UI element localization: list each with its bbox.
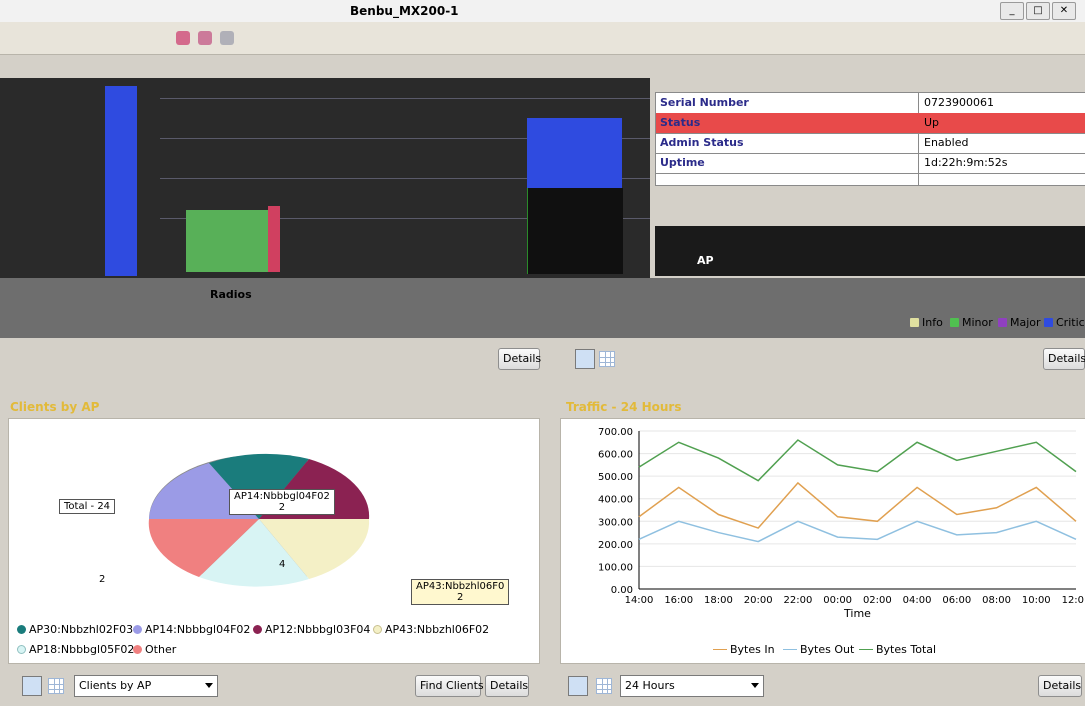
x-axis-label: Time xyxy=(843,607,871,619)
legend-item: Bytes In xyxy=(713,643,775,656)
table-view-icon[interactable] xyxy=(599,351,615,367)
y-tick-label: 700.00 xyxy=(598,427,633,438)
legend-swatch xyxy=(133,645,142,654)
y-tick-label: 500.00 xyxy=(598,472,633,483)
bar-green xyxy=(186,210,268,272)
legend-item: AP14:Nbbbgl04F02 xyxy=(133,623,250,636)
legend-swatch xyxy=(373,625,382,634)
legend-swatch xyxy=(133,625,142,634)
find-clients-button[interactable]: Find Clients xyxy=(415,675,484,697)
traffic-panel-title: Traffic - 24 Hours xyxy=(566,400,682,414)
legend-swatch xyxy=(713,649,727,650)
y-tick-label: 400.00 xyxy=(598,495,633,506)
clients-panel-title: Clients by AP xyxy=(10,400,100,414)
table-row: Admin Status Enabled xyxy=(656,133,1085,154)
clients-legend: AP30:Nbbzhl02F03 AP14:Nbbbgl04F02 AP12:N… xyxy=(17,623,537,659)
maximize-button[interactable]: □ xyxy=(1026,2,1050,20)
close-button[interactable]: ✕ xyxy=(1052,2,1076,20)
device-details-table: Serial Number 0723900061 Status Up Admin… xyxy=(655,92,1085,186)
pie-label-ap43: AP43:Nbbzhl06F0 2 xyxy=(411,579,510,605)
chevron-down-icon xyxy=(205,683,213,688)
severity-legend: Info Minor Major Critical xyxy=(910,316,1085,330)
window-title: Benbu_MX200-1 xyxy=(350,4,459,18)
legend-swatch xyxy=(17,625,26,634)
x-tick-label: 20:00 xyxy=(744,595,773,606)
y-tick-label: 100.00 xyxy=(598,562,633,573)
details-button-top-right[interactable]: Details xyxy=(1043,348,1085,370)
legend-item: AP30:Nbbzhl02F03 xyxy=(17,623,133,636)
traffic-details-button[interactable]: Details xyxy=(1038,675,1082,697)
y-tick-label: 600.00 xyxy=(598,450,633,461)
pie-label-ap14: AP14:Nbbbgl04F02 2 xyxy=(229,489,335,515)
clients-view-select[interactable]: Clients by AP xyxy=(74,675,218,697)
x-tick-label: 10:00 xyxy=(1022,595,1051,606)
table-row: Serial Number 0723900061 xyxy=(656,93,1085,114)
x-tick-label: 04:00 xyxy=(903,595,932,606)
series-line-bytes-out xyxy=(638,520,1077,543)
minimize-button[interactable]: _ xyxy=(1000,2,1024,20)
legend-item: AP12:Nbbbgl03F04 xyxy=(253,623,370,636)
x-tick-label: 22:00 xyxy=(783,595,812,606)
bar-red xyxy=(268,206,280,272)
table-view-icon[interactable] xyxy=(596,678,612,694)
legend-item: Bytes Total xyxy=(859,643,936,656)
chart-view-icon[interactable] xyxy=(22,676,42,696)
x-tick-label: 02:00 xyxy=(863,595,892,606)
pie-label-other: 2 xyxy=(99,574,106,585)
x-tick-label: 16:00 xyxy=(664,595,693,606)
x-tick-label: 18:00 xyxy=(704,595,733,606)
toolbar xyxy=(0,22,1085,55)
bar-left-blue xyxy=(105,86,137,276)
bar-blue-top xyxy=(527,118,622,188)
pin-icon[interactable] xyxy=(176,31,190,45)
legend-swatch xyxy=(783,649,797,650)
x-tick-label: 06:00 xyxy=(942,595,971,606)
clients-by-ap-panel: Total - 24 AP14:Nbbbgl04F02 2 4 2 AP43:N… xyxy=(8,418,540,664)
series-line-bytes-total xyxy=(638,439,1077,482)
y-tick-label: 300.00 xyxy=(598,517,633,528)
legend-swatch xyxy=(17,645,26,654)
legend-item: Other xyxy=(133,643,176,656)
table-view-icon[interactable] xyxy=(48,678,64,694)
status-badge: Up xyxy=(924,116,940,129)
settings-icon[interactable] xyxy=(220,31,234,45)
x-tick-label: 08:00 xyxy=(982,595,1011,606)
chart-view-icon[interactable] xyxy=(568,676,588,696)
legend-swatch xyxy=(859,649,873,650)
y-tick-label: 200.00 xyxy=(598,540,633,551)
x-tick-label: 14:00 xyxy=(625,595,654,606)
traffic-range-select[interactable]: 24 Hours xyxy=(620,675,764,697)
legend-item: AP18:Nbbbgl05F02 xyxy=(17,643,134,656)
legend-item: Bytes Out xyxy=(783,643,854,656)
traffic-line-chart: 0.00100.00200.00300.00400.00500.00600.00… xyxy=(598,427,1084,619)
clients-details-button[interactable]: Details xyxy=(485,675,529,697)
details-button-top-left[interactable]: Details xyxy=(498,348,541,370)
bar-black-bottom xyxy=(527,188,623,274)
refresh-icon[interactable] xyxy=(198,31,212,45)
x-tick-label: 00:00 xyxy=(823,595,852,606)
traffic-legend: Bytes In Bytes Out Bytes Total xyxy=(713,643,1073,657)
legend-swatch xyxy=(253,625,262,634)
chart-view-icon[interactable] xyxy=(575,349,595,369)
title-bar: Benbu_MX200-1 _ □ ✕ xyxy=(0,0,1085,23)
chevron-down-icon xyxy=(751,683,759,688)
table-row: Uptime 1d:22h:9m:52s xyxy=(656,153,1085,174)
legend-item: AP43:Nbbzhl06F02 xyxy=(373,623,489,636)
traffic-panel: 0.00 100.00 200.00 300.00 400.00 500.00 600.00… xyxy=(560,418,1085,664)
pie-total-label: Total - 24 xyxy=(59,499,116,514)
ap-summary-strip: AP xyxy=(655,226,1085,276)
x-tick-label: 12:00 xyxy=(1062,595,1084,606)
table-row: Status Up xyxy=(656,113,1085,134)
alarm-bar-chart xyxy=(0,78,650,278)
pie-label-center: 4 xyxy=(279,559,286,570)
